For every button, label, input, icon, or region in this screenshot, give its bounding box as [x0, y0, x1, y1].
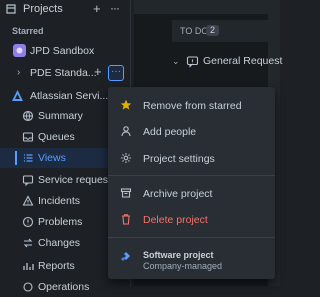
- globe-icon: [22, 110, 34, 122]
- add-to-project-button[interactable]: +: [94, 64, 102, 79]
- menu-item-add-people[interactable]: Add people: [108, 120, 275, 142]
- inbox-icon: [22, 131, 34, 143]
- project-type-title: Software project: [143, 250, 214, 260]
- top-bar: [134, 0, 280, 14]
- chevron-right-icon[interactable]: ›: [17, 67, 20, 78]
- list-icon: [22, 152, 34, 164]
- reports-icon: [22, 260, 34, 272]
- archive-icon: [120, 187, 132, 199]
- menu-item-remove-from-starred[interactable]: Remove from starred: [108, 94, 275, 116]
- gear-icon: [120, 152, 132, 164]
- todo-count-badge: 2: [206, 25, 220, 36]
- menu-item-label: Add people: [143, 126, 197, 138]
- nav-label: Summary: [38, 110, 83, 122]
- projects-header: Projects + ···: [0, 0, 130, 20]
- nav-label: Incidents: [38, 195, 81, 207]
- request-icon: [22, 174, 34, 186]
- operations-icon: [22, 281, 34, 293]
- create-project-button[interactable]: +: [93, 1, 101, 16]
- nav-label: Changes: [38, 237, 81, 249]
- nav-item-operations[interactable]: Operations: [0, 277, 130, 297]
- trash-icon: [120, 213, 132, 225]
- projects-title: Projects: [23, 3, 63, 15]
- project-label: JPD Sandbox: [30, 45, 95, 57]
- menu-item-label: Project settings: [143, 153, 215, 165]
- nav-label: Operations: [38, 281, 90, 293]
- project-type-subtitle: Company-managed: [143, 261, 223, 271]
- star-icon: [120, 99, 132, 111]
- todo-column-label: TO DO: [180, 26, 209, 36]
- project-avatar: [11, 89, 24, 102]
- nav-label: Service requests: [38, 174, 117, 186]
- starred-project-pde[interactable]: › PDE Standa... + ···: [0, 63, 130, 83]
- project-avatar: [13, 44, 26, 57]
- project-label: PDE Standa...: [30, 67, 97, 79]
- menu-item-archive-project[interactable]: Archive project: [108, 182, 275, 204]
- menu-item-label: Delete project: [143, 214, 208, 226]
- project-more-actions-button[interactable]: ···: [108, 65, 124, 81]
- menu-item-label: Remove from starred: [143, 100, 242, 112]
- project-label: Atlassian Servi...: [30, 90, 109, 102]
- nav-label: Problems: [38, 216, 83, 228]
- incident-icon: [22, 195, 34, 207]
- nav-label: Queues: [38, 131, 75, 143]
- starred-section-label: Starred: [12, 26, 44, 36]
- person-icon: [120, 125, 132, 137]
- projects-more-button[interactable]: ···: [110, 1, 120, 15]
- projects-icon: [5, 3, 17, 15]
- software-project-icon: [120, 251, 132, 263]
- chevron-down-icon[interactable]: ⌄: [172, 56, 180, 67]
- project-actions-menu: Remove from starred Add people Project s…: [108, 87, 275, 279]
- request-type-icon: [186, 55, 199, 68]
- nav-label: Views: [38, 152, 66, 164]
- changes-icon: [22, 237, 34, 249]
- problem-icon: [22, 216, 34, 228]
- menu-item-project-settings[interactable]: Project settings: [108, 147, 275, 169]
- menu-divider: [108, 175, 275, 176]
- group-label: General Request: [203, 55, 283, 67]
- menu-divider: [108, 237, 275, 238]
- nav-label: Reports: [38, 260, 75, 272]
- menu-item-label: Archive project: [143, 188, 213, 200]
- starred-project-jpd-sandbox[interactable]: JPD Sandbox: [0, 41, 130, 61]
- menu-item-delete-project[interactable]: Delete project: [108, 208, 275, 230]
